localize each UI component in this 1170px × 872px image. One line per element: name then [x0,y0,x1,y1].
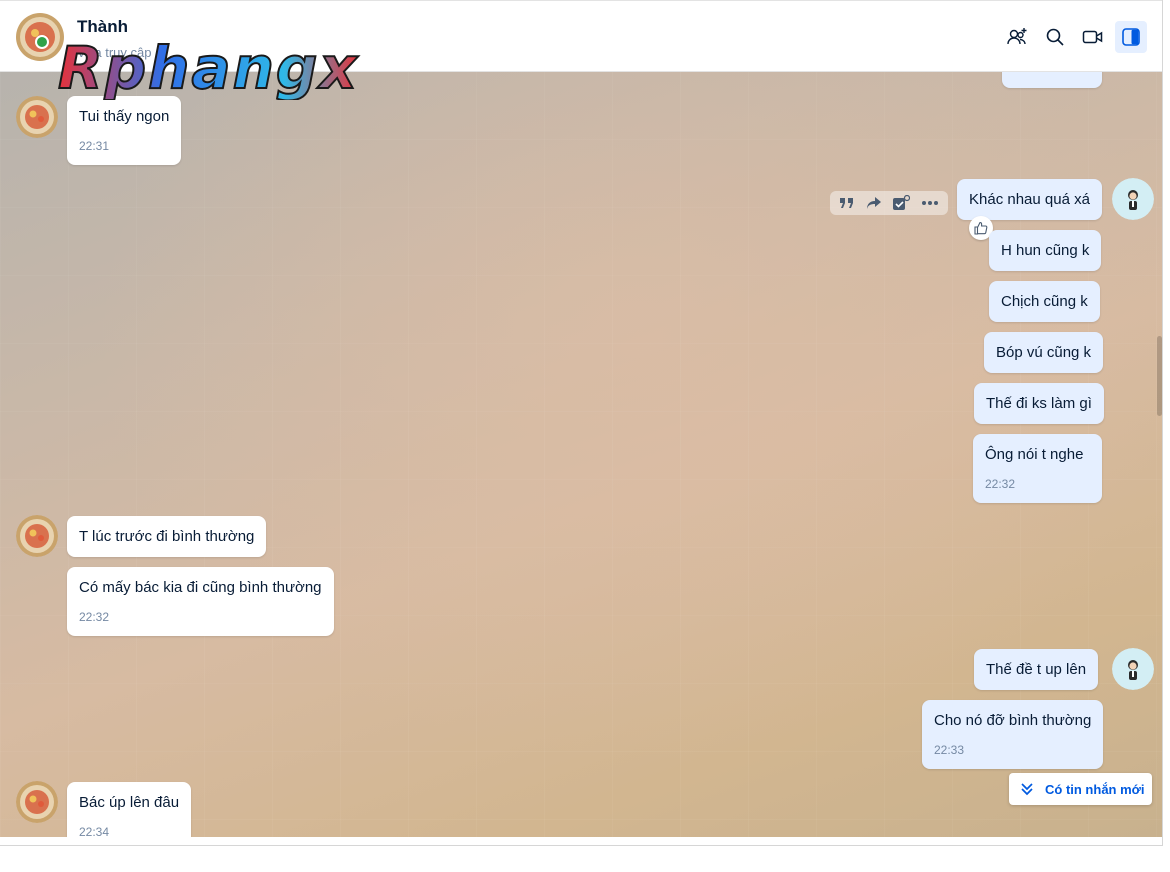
message-text: Thế đề t up lên [986,661,1087,678]
search-icon [1046,28,1064,46]
svg-text:Rphangx: Rphangx [58,38,359,100]
message-bubble[interactable]: H hun cũng k [989,230,1102,271]
watermark-logo: Rphangx [54,33,414,105]
message-bubble[interactable]: Chịch cũng k [989,281,1100,322]
message-text: Bóp vú cũng k [996,344,1092,361]
message-text: Cho nó đỡ bình thường [934,712,1092,729]
message-actions-toolbar [830,191,948,215]
chat-window: Thành Vừa truy cập Rphangx Tui thấy ngon… [0,0,1163,846]
task-icon[interactable] [892,195,911,211]
sender-avatar[interactable] [16,515,58,557]
message-time: 22:34 [79,825,110,837]
video-call-icon [1082,30,1103,44]
contact-name[interactable]: Thành [77,17,128,37]
sidebar-toggle-button[interactable] [1115,21,1147,53]
my-avatar[interactable] [1112,648,1154,690]
message-list[interactable]: Tui thấy ngon 22:31 Khác nhau quá xá H h… [0,72,1162,837]
double-chevron-down-icon [1021,783,1033,796]
sidebar-toggle-icon [1122,28,1140,46]
message-time: 22:31 [79,139,110,153]
more-icon[interactable] [921,200,939,206]
online-status-dot [35,35,49,49]
my-avatar[interactable] [1112,178,1154,220]
forward-icon[interactable] [866,196,882,210]
message-time: 22:32 [79,610,110,624]
message-time: 22:32 [985,477,1016,491]
sender-avatar[interactable] [16,96,58,138]
message-bubble[interactable]: Tui thấy ngon 22:31 [67,96,182,165]
message-bubble[interactable]: Ông nói t nghe 22:32 [973,434,1102,503]
quote-icon[interactable] [839,196,855,210]
sender-avatar[interactable] [16,781,58,823]
new-messages-label: Có tin nhắn mới [1045,781,1145,797]
thumbs-up-icon [974,221,988,235]
message-bubble[interactable]: Thế đề t up lên [974,649,1099,690]
message-bubble[interactable]: T lúc trước đi bình thường [67,516,267,557]
message-bubble[interactable]: Khác nhau quá xá [957,179,1102,220]
search-button[interactable] [1039,21,1071,53]
message-text: Chịch cũng k [1001,293,1088,310]
add-member-button[interactable] [1001,21,1033,53]
add-member-icon [1007,28,1027,45]
message-bubble[interactable]: Có mấy bác kia đi cũng bình thường 22:32 [67,567,334,636]
new-messages-button[interactable]: Có tin nhắn mới [1009,773,1152,805]
message-text: T lúc trước đi bình thường [79,528,255,545]
message-list-scrollbar[interactable] [1157,336,1162,416]
message-text: Ông nói t nghe [985,446,1084,463]
message-text: Bác úp lên đâu [79,794,180,811]
message-bubble[interactable]: Bóp vú cũng k [984,332,1104,373]
message-bubble[interactable]: Cho nó đỡ bình thường 22:33 [922,700,1104,769]
message-bubble[interactable]: Bác úp lên đâu 22:34 [67,782,192,837]
video-call-button[interactable] [1077,21,1109,53]
message-text: Khác nhau quá xá [969,191,1090,208]
message-text: Có mấy bác kia đi cũng bình thường [79,579,322,596]
message-text: Thế đi ks làm gì [986,395,1092,412]
message-time: 22:33 [934,743,965,757]
message-text: Tui thấy ngon [79,108,170,125]
header-actions [1001,21,1147,53]
message-text: H hun cũng k [1001,242,1090,259]
message-bubble[interactable]: Thế đi ks làm gì [974,383,1104,424]
message-bubble-partial[interactable] [1002,72,1102,88]
